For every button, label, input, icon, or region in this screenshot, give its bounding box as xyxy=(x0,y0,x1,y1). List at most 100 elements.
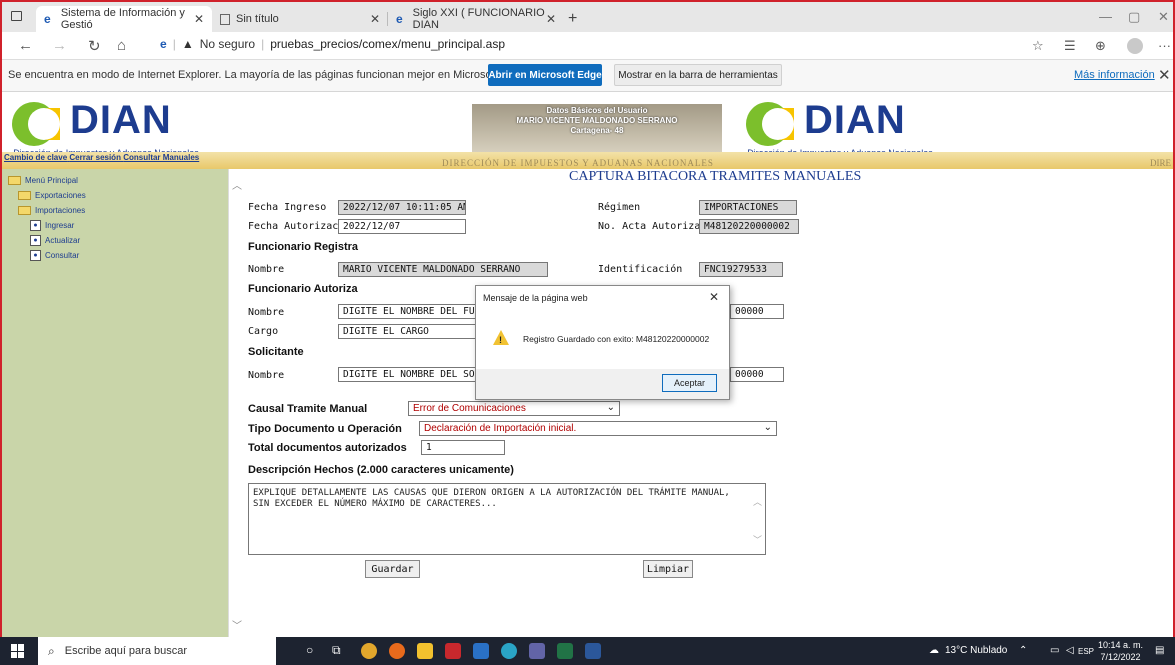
tab-sin-titulo[interactable]: Sin título ✕ xyxy=(212,6,388,32)
close-tab-icon[interactable]: ✕ xyxy=(546,12,556,26)
scroll-down-icon[interactable]: ﹀ xyxy=(232,617,242,632)
change-password-link[interactable]: Cambio de clave xyxy=(4,153,67,162)
dian-logo-mark-icon xyxy=(746,102,794,146)
document-icon: ● xyxy=(30,250,41,261)
descripcion-label: Descripción Hechos (2.000 caracteres uni… xyxy=(248,464,514,476)
home-icon[interactable]: ⌂ xyxy=(117,37,126,54)
close-window-icon[interactable]: ✕ xyxy=(1158,9,1169,25)
descripcion-textarea[interactable]: EXPLIQUE DETALLAMENTE LAS CAUSAS QUE DIE… xyxy=(248,483,766,555)
teams-icon[interactable] xyxy=(529,643,545,659)
volume-icon[interactable]: ◁ xyxy=(1066,645,1074,656)
cargo-label: Cargo xyxy=(248,326,279,337)
user-city: Cartagena- 48 xyxy=(570,126,624,135)
close-ie-bar-icon[interactable]: ✕ xyxy=(1158,66,1171,84)
clock[interactable]: 10:14 a. m. 7/12/2022 xyxy=(1098,639,1143,663)
tray-overflow-icon[interactable]: ⌃ xyxy=(1019,645,1027,656)
folder-icon xyxy=(18,191,31,200)
scroll-up-icon[interactable]: ︿ xyxy=(232,177,242,192)
sidebar-item-label: Menú Principal xyxy=(25,176,78,185)
forward-icon[interactable]: → xyxy=(52,37,67,54)
aceptar-button[interactable]: Aceptar xyxy=(662,374,717,392)
collections-icon[interactable]: ☰ xyxy=(1064,38,1076,54)
excel-icon[interactable] xyxy=(557,643,573,659)
restore-icon[interactable]: ▢ xyxy=(1128,9,1140,25)
nombre-registra-field: MARIO VICENTE MALDONADO SERRANO xyxy=(338,262,548,277)
acrobat-icon[interactable] xyxy=(445,643,461,659)
scroll-down-icon[interactable]: ﹀ xyxy=(753,536,762,547)
more-info-link[interactable]: Más información xyxy=(1074,69,1155,81)
outlook-icon[interactable] xyxy=(473,643,489,659)
dialog-title: Mensaje de la página web xyxy=(483,293,588,303)
total-documentos-label: Total documentos autorizados xyxy=(248,442,407,454)
weather-text[interactable]: 13°C Nublado xyxy=(945,645,1007,656)
logo-word: DIAN xyxy=(70,98,172,142)
tab-actions-icon[interactable] xyxy=(11,11,22,21)
descripcion-text: EXPLIQUE DETALLAMENTE LAS CAUSAS QUE DIE… xyxy=(253,488,730,509)
network-icon[interactable]: ▭ xyxy=(1050,645,1059,656)
ie-mode-icon[interactable]: e xyxy=(160,37,167,51)
sidebar-item-ingresar[interactable]: ● Ingresar xyxy=(30,218,86,233)
chevron-down-icon: ⌄ xyxy=(763,422,772,433)
textarea-scrollbar[interactable]: ︿ ﹀ xyxy=(751,484,765,554)
edge-icon[interactable] xyxy=(501,643,517,659)
notifications-icon[interactable]: ▤ xyxy=(1155,645,1164,656)
close-dialog-icon[interactable]: ✕ xyxy=(709,290,719,304)
limpiar-button[interactable]: Limpiar xyxy=(643,560,693,578)
tipo-documento-select[interactable]: Declaración de Importación inicial. ⌄ xyxy=(419,421,777,436)
clock-time: 10:14 a. m. xyxy=(1098,640,1144,650)
sidebar-scrollbar[interactable]: ︿ ﹀ xyxy=(228,169,244,637)
minimize-icon[interactable]: — xyxy=(1099,9,1112,24)
fecha-ingreso-field: 2022/12/07 10:11:05 AM xyxy=(338,200,466,215)
user-name: MARIO VICENTE MALDONADO SERRANO xyxy=(516,116,678,125)
close-tab-icon[interactable]: ✕ xyxy=(370,12,380,26)
show-in-toolbar-button[interactable]: Mostrar en la barra de herramientas xyxy=(614,64,782,86)
favorites-icon[interactable]: ☆ xyxy=(1032,38,1044,54)
back-icon[interactable]: ← xyxy=(18,37,33,54)
more-icon[interactable]: ··· xyxy=(1158,38,1171,53)
tab-siglo-xxi[interactable]: e Siglo XXI ( FUNCIONARIO DIAN ✕ xyxy=(388,6,564,32)
windows-start-icon[interactable] xyxy=(11,644,25,658)
sidebar-item-consultar[interactable]: ● Consultar xyxy=(30,248,86,263)
fecha-autorizacion-field[interactable]: 2022/12/07 xyxy=(338,219,466,234)
sidebar-item-exportaciones[interactable]: Exportaciones xyxy=(18,188,86,203)
total-documentos-field[interactable]: 1 xyxy=(421,440,505,455)
language-indicator[interactable]: ESP xyxy=(1078,647,1094,656)
guardar-button[interactable]: Guardar xyxy=(365,560,420,578)
identificacion-solicitante-field[interactable]: 00000 xyxy=(730,367,784,382)
firefox-icon[interactable] xyxy=(389,643,405,659)
extensions-icon[interactable]: ⊕ xyxy=(1095,38,1106,54)
causal-selected: Error de Comunicaciones xyxy=(413,403,526,414)
weather-icon[interactable]: ☁ xyxy=(929,645,939,656)
ie-icon: e xyxy=(44,12,51,26)
word-icon[interactable] xyxy=(585,643,601,659)
manuals-link[interactable]: Consultar Manuales xyxy=(123,153,199,162)
nombre-solicitante-field[interactable]: DIGITE EL NOMBRE DEL SOLIC xyxy=(338,367,478,382)
causal-select[interactable]: Error de Comunicaciones ⌄ xyxy=(408,401,620,416)
sidebar-item-actualizar[interactable]: ● Actualizar xyxy=(30,233,86,248)
new-tab-icon[interactable]: + xyxy=(568,10,577,28)
scroll-up-icon[interactable]: ︿ xyxy=(753,498,762,509)
task-view-icon[interactable]: ⧉ xyxy=(332,643,341,658)
refresh-icon[interactable]: ↻ xyxy=(88,37,101,55)
header-banner: DIAN Dirección de Impuestos y Aduanas Na… xyxy=(2,94,1173,169)
logout-link[interactable]: Cerrar sesión xyxy=(69,153,121,162)
url-field[interactable]: e | ▲ No seguro | pruebas_precios/comex/… xyxy=(160,37,505,51)
taskbar-search[interactable]: ⌕ Escribe aquí para buscar xyxy=(38,637,276,665)
identificacion-autoriza-field[interactable]: 00000 xyxy=(730,304,784,319)
cargo-field[interactable]: DIGITE EL CARGO xyxy=(338,324,478,339)
open-in-edge-button[interactable]: Abrir en Microsoft Edge xyxy=(488,64,602,86)
sidebar-item-menu-principal[interactable]: Menú Principal xyxy=(8,173,86,188)
ie-mode-message: Se encuentra en modo de Internet Explore… xyxy=(8,69,530,81)
causal-label: Causal Tramite Manual xyxy=(248,403,368,415)
cortana-icon[interactable]: ○ xyxy=(306,643,313,657)
chrome-icon[interactable] xyxy=(361,643,377,659)
clock-date: 7/12/2022 xyxy=(1100,652,1141,662)
tab-sistema-informacion[interactable]: e Sistema de Información y Gestió ✕ xyxy=(36,6,212,32)
profile-avatar[interactable] xyxy=(1127,38,1143,54)
sidebar-item-importaciones[interactable]: Importaciones xyxy=(18,203,86,218)
close-tab-icon[interactable]: ✕ xyxy=(194,12,204,26)
file-explorer-icon[interactable] xyxy=(417,643,433,659)
tab-title: Sin título xyxy=(236,13,279,25)
nombre-autoriza-field[interactable]: DIGITE EL NOMBRE DEL FUNC xyxy=(338,304,478,319)
url-text: pruebas_precios/comex/menu_principal.asp xyxy=(270,37,505,51)
